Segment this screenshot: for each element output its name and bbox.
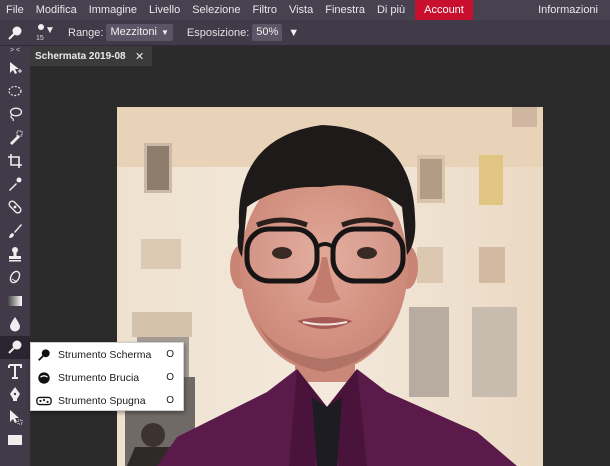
sponge-tool-icon	[33, 395, 55, 407]
blur-icon[interactable]	[0, 312, 30, 335]
pen-icon[interactable]	[0, 382, 30, 405]
brush-icon[interactable]	[0, 219, 30, 242]
portrait-photo	[117, 107, 543, 466]
menu-bar: File Modifica Immagine Livello Selezione…	[0, 0, 610, 20]
close-icon[interactable]: ✕	[135, 50, 144, 63]
brush-dot-icon	[38, 23, 44, 30]
menu-informazioni[interactable]: Informazioni	[532, 0, 604, 20]
dodge-tool-flyout: Strumento Scherma O Strumento Brucia O S…	[30, 342, 184, 411]
exposure-field[interactable]: 50%	[252, 24, 283, 41]
shortcut-key: O	[166, 372, 174, 383]
eraser-icon[interactable]	[0, 266, 30, 289]
shortcut-key: O	[166, 395, 174, 406]
path-selection-icon[interactable]	[0, 405, 30, 428]
gradient-icon[interactable]	[0, 289, 30, 312]
lasso-icon[interactable]	[0, 103, 30, 126]
dodge-icon[interactable]	[0, 335, 30, 359]
marquee-icon[interactable]	[0, 79, 30, 102]
menu-di-piu[interactable]: Di più	[371, 0, 411, 20]
collapse-toggle[interactable]: > <	[0, 46, 30, 56]
document-tab-bar: Schermata 2019-08 ✕	[30, 46, 610, 66]
flyout-item-scherma[interactable]: Strumento Scherma O	[31, 343, 183, 366]
exposure-label: Esposizione:	[186, 26, 250, 39]
menu-modifica[interactable]: Modifica	[30, 0, 83, 20]
quick-selection-icon[interactable]	[0, 126, 30, 149]
brush-size-value: 15	[36, 34, 44, 42]
range-select[interactable]: Mezzitoni ▼	[106, 24, 173, 41]
menu-vista[interactable]: Vista	[283, 0, 319, 20]
move-icon[interactable]	[0, 56, 30, 79]
flyout-item-spugna[interactable]: Strumento Spugna O	[31, 389, 183, 412]
options-bar: 15 ▼ Range: Mezzitoni ▼ Esposizione: 50%…	[0, 20, 610, 46]
menu-finestra[interactable]: Finestra	[319, 0, 371, 20]
range-label: Range:	[68, 26, 104, 39]
crop-icon[interactable]	[0, 149, 30, 172]
healing-icon[interactable]	[0, 196, 30, 219]
chevron-down-icon: ▼	[45, 24, 55, 36]
stamp-icon[interactable]	[0, 242, 30, 265]
flyout-item-label: Strumento Spugna	[58, 394, 146, 407]
rectangle-icon[interactable]	[0, 429, 30, 452]
menu-selezione[interactable]: Selezione	[186, 0, 246, 20]
tools-panel: > <	[0, 46, 30, 466]
eyedropper-icon[interactable]	[0, 172, 30, 195]
flyout-item-label: Strumento Scherma	[58, 348, 152, 361]
brush-size-picker[interactable]: 15 ▼	[30, 20, 56, 46]
current-tool-icon	[0, 20, 30, 46]
range-value: Mezzitoni	[110, 26, 157, 38]
burn-tool-icon	[33, 371, 55, 385]
menu-filtro[interactable]: Filtro	[247, 0, 283, 20]
document-tab-title: Schermata 2019-08	[35, 50, 126, 62]
document-tab[interactable]: Schermata 2019-08 ✕	[30, 46, 152, 66]
chevron-down-icon: ▼	[160, 28, 169, 37]
flyout-item-label: Strumento Brucia	[58, 371, 140, 384]
exposure-chevron-icon[interactable]: ▼	[288, 27, 299, 39]
type-icon[interactable]	[0, 359, 30, 382]
menu-livello[interactable]: Livello	[143, 0, 186, 20]
flyout-item-brucia[interactable]: Strumento Brucia O	[31, 366, 183, 389]
menu-immagine[interactable]: Immagine	[83, 0, 143, 20]
menu-file[interactable]: File	[0, 0, 30, 20]
account-button[interactable]: Account	[415, 0, 473, 20]
dodge-tool-icon	[33, 348, 55, 362]
shortcut-key: O	[166, 349, 174, 360]
photo-canvas[interactable]	[117, 107, 543, 466]
